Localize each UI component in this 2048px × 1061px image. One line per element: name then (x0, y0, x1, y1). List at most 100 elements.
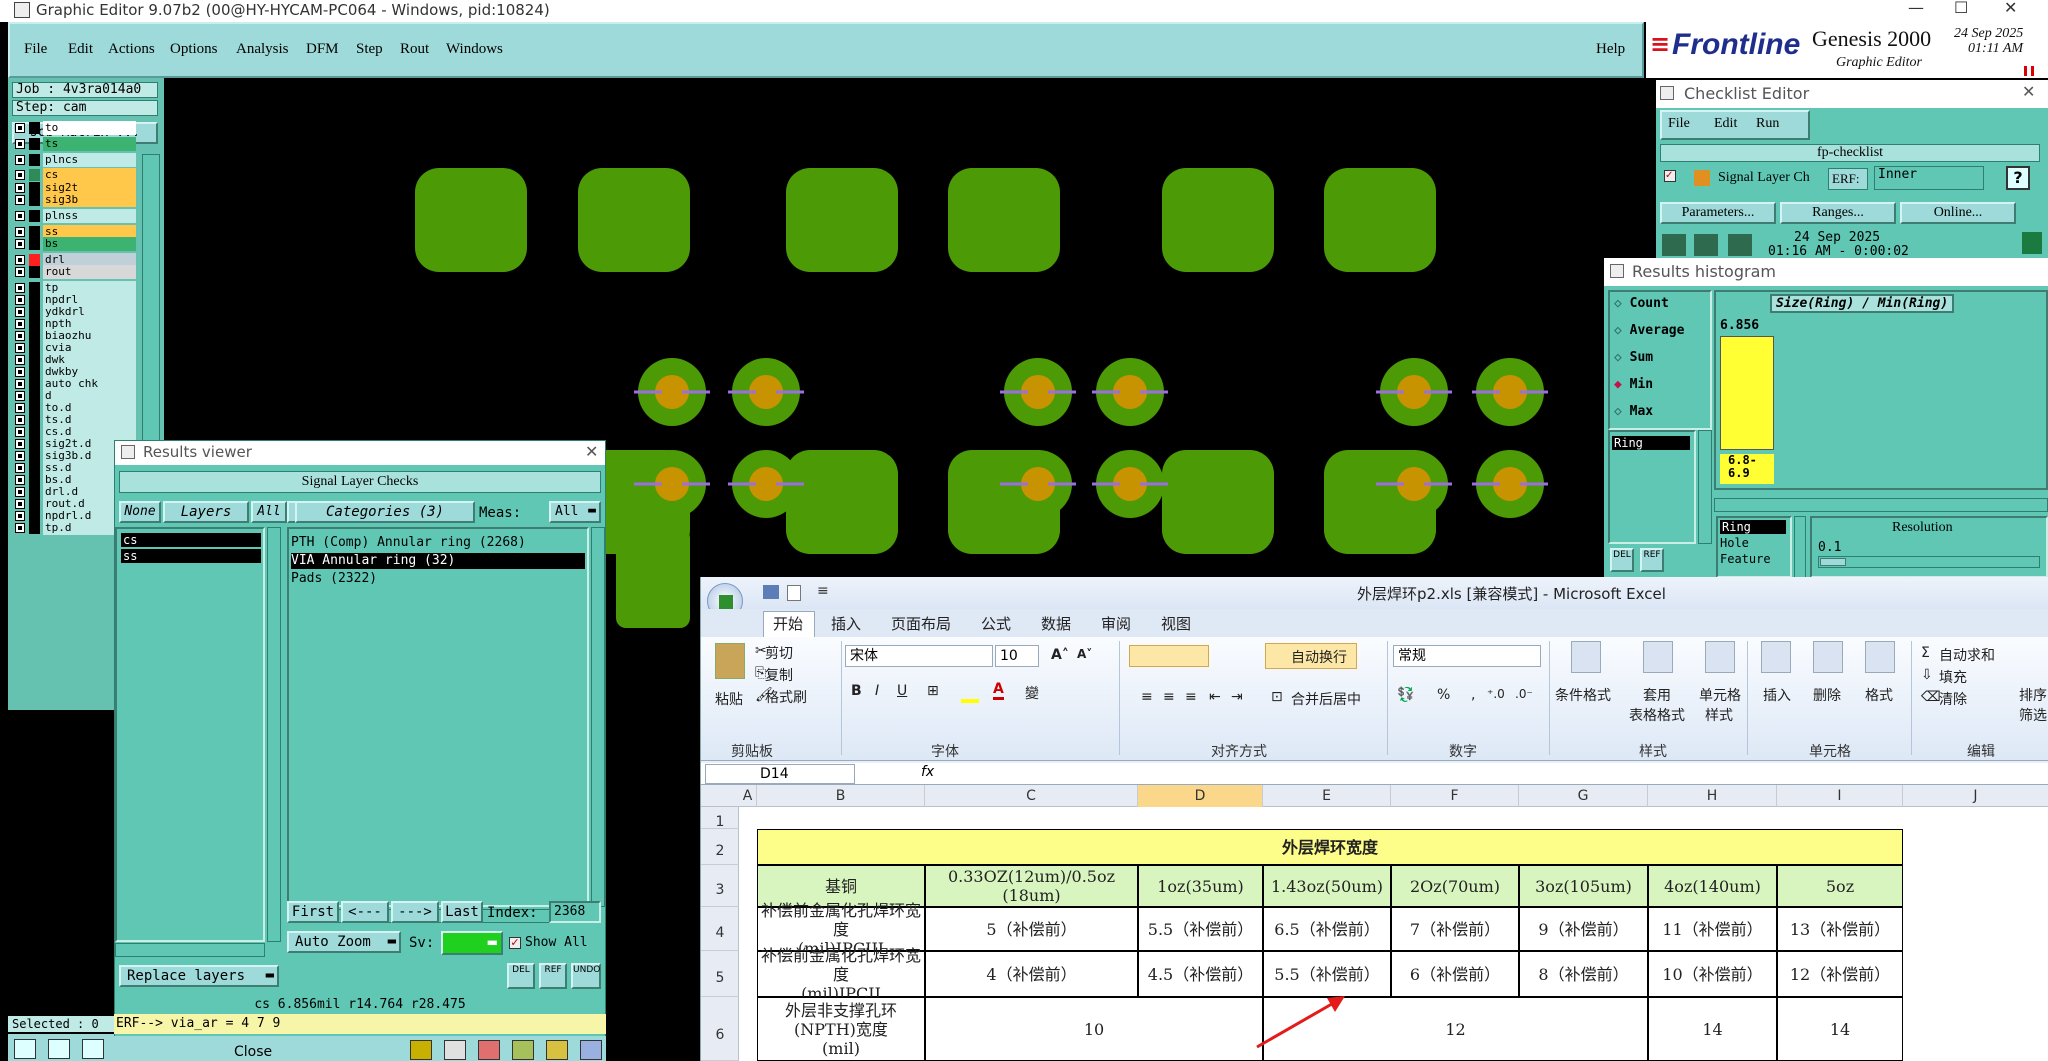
layer-checkbox[interactable] (15, 239, 25, 249)
clear-icon[interactable]: ⌫ (1921, 689, 1941, 705)
radio-icon[interactable]: ◇ (1614, 404, 1630, 419)
ranges-button[interactable]: Ranges... (1780, 202, 1896, 224)
autosum-icon[interactable]: Σ (1921, 645, 1930, 661)
format-table-label-1[interactable]: 套用 (1643, 685, 1671, 705)
stat-option-sum[interactable]: ◇ Sum (1614, 350, 1653, 365)
none-button[interactable]: None (119, 501, 161, 523)
layer-checkbox[interactable] (15, 415, 25, 425)
check-row-label[interactable]: Signal Layer Ch (1718, 170, 1810, 186)
ref-button[interactable]: REF (539, 963, 567, 989)
menu-actions[interactable]: Actions (108, 41, 155, 58)
checklist-menu-file[interactable]: File (1668, 116, 1690, 132)
online-button[interactable]: Online... (1900, 202, 2016, 224)
checklist-close-icon[interactable]: ✕ (2022, 82, 2035, 101)
show-all-checkbox[interactable]: ✓ (509, 937, 521, 949)
layer-checkbox[interactable] (15, 451, 25, 461)
bold-icon[interactable]: B (851, 683, 862, 699)
tool-icon-6[interactable] (580, 1040, 602, 1060)
check-enabled-checkbox[interactable]: ✓ (1664, 170, 1676, 182)
indent-icon[interactable]: ⇤ (1209, 689, 1221, 705)
insert-cells-label[interactable]: 插入 (1763, 685, 1791, 705)
layer-checkbox[interactable] (15, 403, 25, 413)
layer-row-ts[interactable]: ts (12, 137, 138, 151)
first-button[interactable]: First (287, 901, 339, 923)
resolution-slider[interactable] (1818, 556, 2040, 568)
stat-option-max[interactable]: ◇ Max (1614, 404, 1653, 419)
layer-item-ss[interactable]: ss (121, 549, 261, 563)
help-button[interactable]: ? (2006, 166, 2030, 190)
menu-help[interactable]: Help (1596, 41, 1625, 58)
maximize-button[interactable]: ☐ (1954, 0, 1968, 17)
layer-color-swatch[interactable] (29, 266, 40, 278)
menu-rout[interactable]: Rout (400, 41, 429, 58)
fill-icon[interactable]: ⇩ (1921, 667, 1933, 683)
copy-label[interactable]: 复制 (765, 665, 793, 685)
merge-center-icon[interactable]: ⊡ (1271, 689, 1283, 705)
sort-label-1[interactable]: 排序 (2019, 685, 2047, 705)
shrink-font-icon[interactable]: A˅ (1077, 647, 1092, 661)
fx-icon[interactable]: fx (921, 764, 934, 780)
category-item-via[interactable]: VIA Annular ring (32) (291, 553, 585, 569)
layer-checkbox[interactable] (15, 487, 25, 497)
parameters-button[interactable]: Parameters... (1660, 202, 1776, 224)
undo-button[interactable]: UNDO (571, 963, 601, 989)
feature-list[interactable]: Ring Hole Feature (1716, 516, 1792, 578)
feature-feature[interactable]: Feature (1720, 552, 1771, 566)
layer-row-rout[interactable]: rout (12, 265, 138, 279)
cut-label[interactable]: 剪切 (765, 643, 793, 663)
font-size-select[interactable]: 10 (995, 645, 1039, 667)
percent-icon[interactable]: % (1437, 687, 1450, 703)
layer-list-hscrollbar[interactable] (115, 943, 265, 957)
cell-styles-label-1[interactable]: 单元格 (1699, 685, 1741, 705)
layer-results-list[interactable]: cs ss (115, 527, 265, 942)
feature-hole[interactable]: Hole (1720, 536, 1749, 550)
feature-scrollbar[interactable] (1794, 516, 1806, 578)
decrease-decimal-icon[interactable]: .0⁻ (1515, 687, 1533, 701)
font-name-select[interactable]: 宋体 (845, 645, 993, 667)
replace-layers-select[interactable]: Replace layers ▬ (119, 965, 279, 987)
sv-color-select[interactable]: ▬ (441, 931, 503, 955)
layer-row-plncs[interactable]: plncs (12, 153, 138, 167)
layer-checkbox[interactable] (15, 211, 25, 221)
layer-color-swatch[interactable] (29, 154, 40, 166)
layer-checkbox[interactable] (15, 139, 25, 149)
autosum-label[interactable]: 自动求和 (1939, 645, 1995, 665)
stat-list-scrollbar[interactable] (1698, 430, 1712, 544)
underline-icon[interactable]: U (897, 683, 907, 699)
layer-color-swatch[interactable] (29, 138, 40, 150)
layer-name[interactable]: bs (43, 237, 136, 251)
layer-checkbox[interactable] (15, 319, 25, 329)
category-scrollbar[interactable] (591, 527, 605, 907)
wrap-text-label[interactable]: 自动换行 (1291, 647, 1347, 667)
format-table-label-2[interactable]: 表格格式 (1629, 705, 1685, 725)
layer-color-swatch[interactable] (29, 122, 40, 134)
radio-icon[interactable]: ◇ (1614, 323, 1630, 338)
run-icon-1[interactable] (1662, 234, 1686, 256)
align-top-group[interactable] (1129, 645, 1209, 667)
layer-checkbox[interactable] (15, 255, 25, 265)
merge-center-label[interactable]: 合并后居中 (1291, 689, 1361, 709)
align-left-icon[interactable]: ≡ (1141, 689, 1153, 705)
stat-list-item[interactable]: Ring (1612, 436, 1690, 450)
feature-ring[interactable]: Ring (1720, 520, 1786, 534)
layer-color-swatch[interactable] (29, 238, 40, 250)
menu-step[interactable]: Step (356, 41, 383, 58)
close-button[interactable]: ✕ (2004, 0, 2017, 17)
select-tool-icon[interactable] (48, 1039, 70, 1059)
layer-color-swatch[interactable] (29, 522, 40, 534)
checklist-menu-run[interactable]: Run (1756, 116, 1779, 132)
layer-name[interactable]: sig3b (43, 193, 136, 207)
layer-checkbox[interactable] (15, 195, 25, 205)
layer-checkbox[interactable] (15, 227, 25, 237)
layer-name[interactable]: rout (43, 265, 136, 279)
layer-color-swatch[interactable] (29, 194, 40, 206)
align-center-icon[interactable]: ≡ (1163, 689, 1175, 705)
index-input[interactable]: 2368 (549, 901, 601, 923)
clear-label[interactable]: 清除 (1939, 689, 1967, 709)
pointer-tool-icon[interactable] (14, 1039, 36, 1059)
menu-windows[interactable]: Windows (446, 41, 503, 58)
layer-name[interactable]: plnss (43, 209, 136, 223)
layer-color-swatch[interactable] (29, 169, 40, 181)
menu-analysis[interactable]: Analysis (236, 41, 289, 58)
stat-list[interactable]: Ring (1608, 430, 1696, 544)
